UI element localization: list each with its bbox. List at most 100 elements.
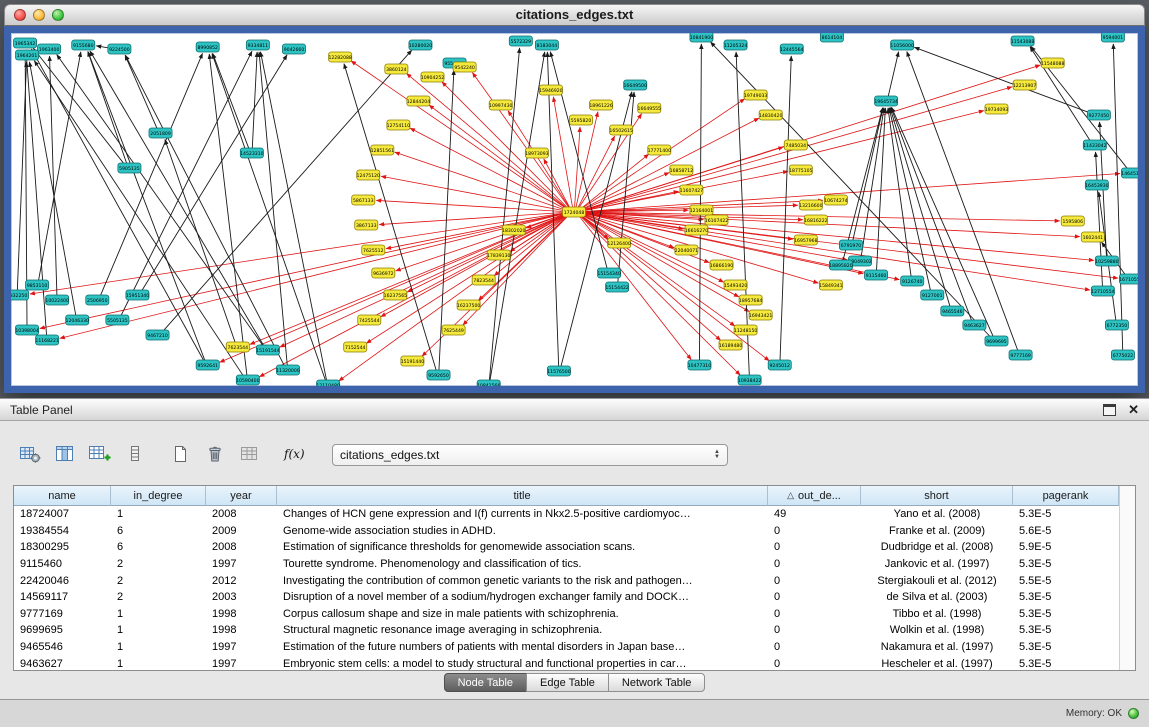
import-table-button[interactable] (236, 442, 264, 468)
graph-node[interactable]: 10398004 (15, 325, 39, 335)
graph-node[interactable]: 9463627 (963, 320, 986, 330)
float-panel-icon[interactable] (1103, 404, 1116, 416)
graph-node[interactable]: 6775022 (1111, 350, 1134, 360)
graph-node[interactable]: 5595820 (569, 115, 592, 125)
graph-node[interactable]: 9126740 (901, 276, 924, 286)
table-settings-button[interactable] (16, 442, 44, 468)
graph-node[interactable]: 6772350 (1105, 320, 1128, 330)
graph-node[interactable]: 9042660 (282, 44, 305, 54)
graph-node[interactable]: 16649500 (623, 80, 647, 90)
graph-node[interactable]: 11056000 (890, 40, 914, 50)
graph-node[interactable]: 16866190 (710, 260, 734, 270)
memory-indicator-light[interactable] (1128, 708, 1139, 719)
zoom-window-button[interactable] (52, 9, 64, 21)
graph-node[interactable]: 19749033 (744, 90, 768, 100)
graph-node[interactable]: 7823544 (472, 275, 495, 285)
graph-node[interactable]: 12445564 (780, 44, 804, 54)
graph-node[interactable]: 1964201 (16, 50, 39, 60)
graph-node[interactable]: 9832250 (11, 290, 29, 300)
graph-node[interactable]: 16649555 (638, 103, 662, 113)
graph-node[interactable]: 12844204 (407, 96, 431, 106)
graph-node[interactable]: 7425544 (358, 315, 381, 325)
graph-node[interactable]: 9853110 (26, 280, 49, 290)
graph-node[interactable]: 1602441 (1081, 232, 1104, 242)
graph-node[interactable]: 8183044 (535, 40, 558, 50)
graph-node[interactable]: 15946920 (539, 85, 563, 95)
graph-node[interactable]: 7623544 (226, 342, 249, 352)
graph-node[interactable]: 9777169 (1009, 350, 1032, 360)
graph-node[interactable]: 9245012 (768, 360, 791, 370)
graph-node[interactable]: 11205324 (724, 40, 748, 50)
graph-node[interactable]: 12710554 (1091, 286, 1115, 296)
graph-node[interactable]: 16710552 (1119, 274, 1138, 284)
graph-node[interactable]: 15191440 (401, 356, 425, 366)
graph-node[interactable]: 10938422 (738, 375, 762, 385)
column-header-in_degree[interactable]: in_degree (111, 486, 206, 506)
graph-node[interactable]: 10674274 (824, 195, 848, 205)
table-row[interactable]: 1938455462009Genome-wide association stu… (14, 523, 1119, 540)
close-panel-icon[interactable]: ✕ (1128, 403, 1139, 416)
graph-node[interactable]: 19645734 (874, 96, 898, 106)
graph-node[interactable]: 14830420 (759, 110, 783, 120)
graph-node[interactable]: 1963400 (38, 44, 61, 54)
graph-node[interactable]: 9127001 (921, 290, 944, 300)
graph-node[interactable]: 12164001 (690, 205, 714, 215)
table-add-row-button[interactable] (86, 442, 114, 468)
graph-node[interactable]: 16943421 (749, 310, 773, 320)
table-selector-combobox[interactable]: citations_edges.txt▲▼ (332, 444, 728, 466)
graph-node[interactable]: 10022400 (45, 295, 69, 305)
graph-node[interactable]: 15154422 (605, 282, 629, 292)
graph-node[interactable]: 9277450 (1087, 110, 1110, 120)
graph-node[interactable]: 14645122 (1121, 168, 1138, 178)
network-canvas[interactable]: 1965342196340019642019155680922450089908… (4, 26, 1145, 393)
graph-node[interactable]: 12282088 (328, 52, 352, 62)
graph-node[interactable]: 7485034 (784, 140, 807, 150)
table-row[interactable]: 2242004622012Investigating the contribut… (14, 572, 1119, 589)
graph-node[interactable]: 18895820 (829, 260, 853, 270)
graph-node[interactable]: 15191544 (256, 345, 280, 355)
graph-node[interactable]: 9467210 (146, 330, 169, 340)
close-window-button[interactable] (14, 9, 26, 21)
graph-node[interactable]: 10280020 (409, 40, 433, 50)
graph-node[interactable]: 9542240 (453, 62, 476, 72)
graph-node[interactable]: 11248150 (734, 325, 758, 335)
graph-node[interactable]: 11607427 (680, 185, 704, 195)
table-row[interactable]: 946554611997Estimation of the future num… (14, 639, 1119, 656)
table-row[interactable]: 977716911998Corpus callosum shape and si… (14, 606, 1119, 623)
graph-node[interactable]: 2506950 (86, 295, 109, 305)
function-button[interactable]: f(x) (279, 442, 311, 468)
table-row[interactable]: 1872400712008Changes of HCN gene express… (14, 506, 1119, 523)
table-row[interactable]: 946362711997Embryonic stem cells: a mode… (14, 655, 1119, 670)
graph-node[interactable]: 8990852 (196, 42, 219, 52)
new-document-button[interactable] (166, 442, 194, 468)
graph-node[interactable]: 9699695 (985, 336, 1008, 346)
graph-node[interactable]: 16189480 (719, 340, 743, 350)
graph-node[interactable]: 16453930 (1085, 180, 1109, 190)
graph-node[interactable]: 5505135 (106, 315, 129, 325)
graph-node[interactable]: 11433042 (1083, 140, 1107, 150)
graph-node[interactable]: 1595806 (1061, 216, 1084, 226)
graph-node[interactable]: 22040071 (675, 245, 699, 255)
graph-node[interactable]: 10841900 (690, 33, 714, 42)
graph-node[interactable]: 12046330 (66, 315, 90, 325)
minimize-window-button[interactable] (33, 9, 45, 21)
graph-node[interactable]: 11168221 (35, 335, 59, 345)
graph-node[interactable]: 10997430 (489, 100, 513, 110)
graph-node[interactable]: 19734093 (985, 104, 1009, 114)
graph-node[interactable]: 1965342 (14, 38, 37, 48)
column-header-year[interactable]: year (206, 486, 277, 506)
graph-node[interactable]: 9594001 (1101, 33, 1124, 42)
graph-node[interactable]: 17771400 (648, 145, 672, 155)
graph-node[interactable]: 11543088 (1011, 36, 1035, 46)
graph-node[interactable]: 16616270 (685, 225, 709, 235)
graph-node[interactable]: 18957684 (739, 295, 763, 305)
table-row[interactable]: 1830029562008Estimation of significance … (14, 539, 1119, 556)
graph-node[interactable]: 10477310 (688, 360, 712, 370)
graph-node[interactable]: 3860124 (385, 64, 408, 74)
graph-node[interactable]: 7625449 (442, 325, 465, 335)
graph-node[interactable]: 5867133 (352, 195, 375, 205)
graph-node[interactable]: 12126400 (607, 238, 631, 248)
graph-node[interactable]: 5572329 (509, 36, 532, 46)
graph-node[interactable]: 3867133 (355, 220, 378, 230)
graph-node[interactable]: 16816222 (804, 215, 828, 225)
